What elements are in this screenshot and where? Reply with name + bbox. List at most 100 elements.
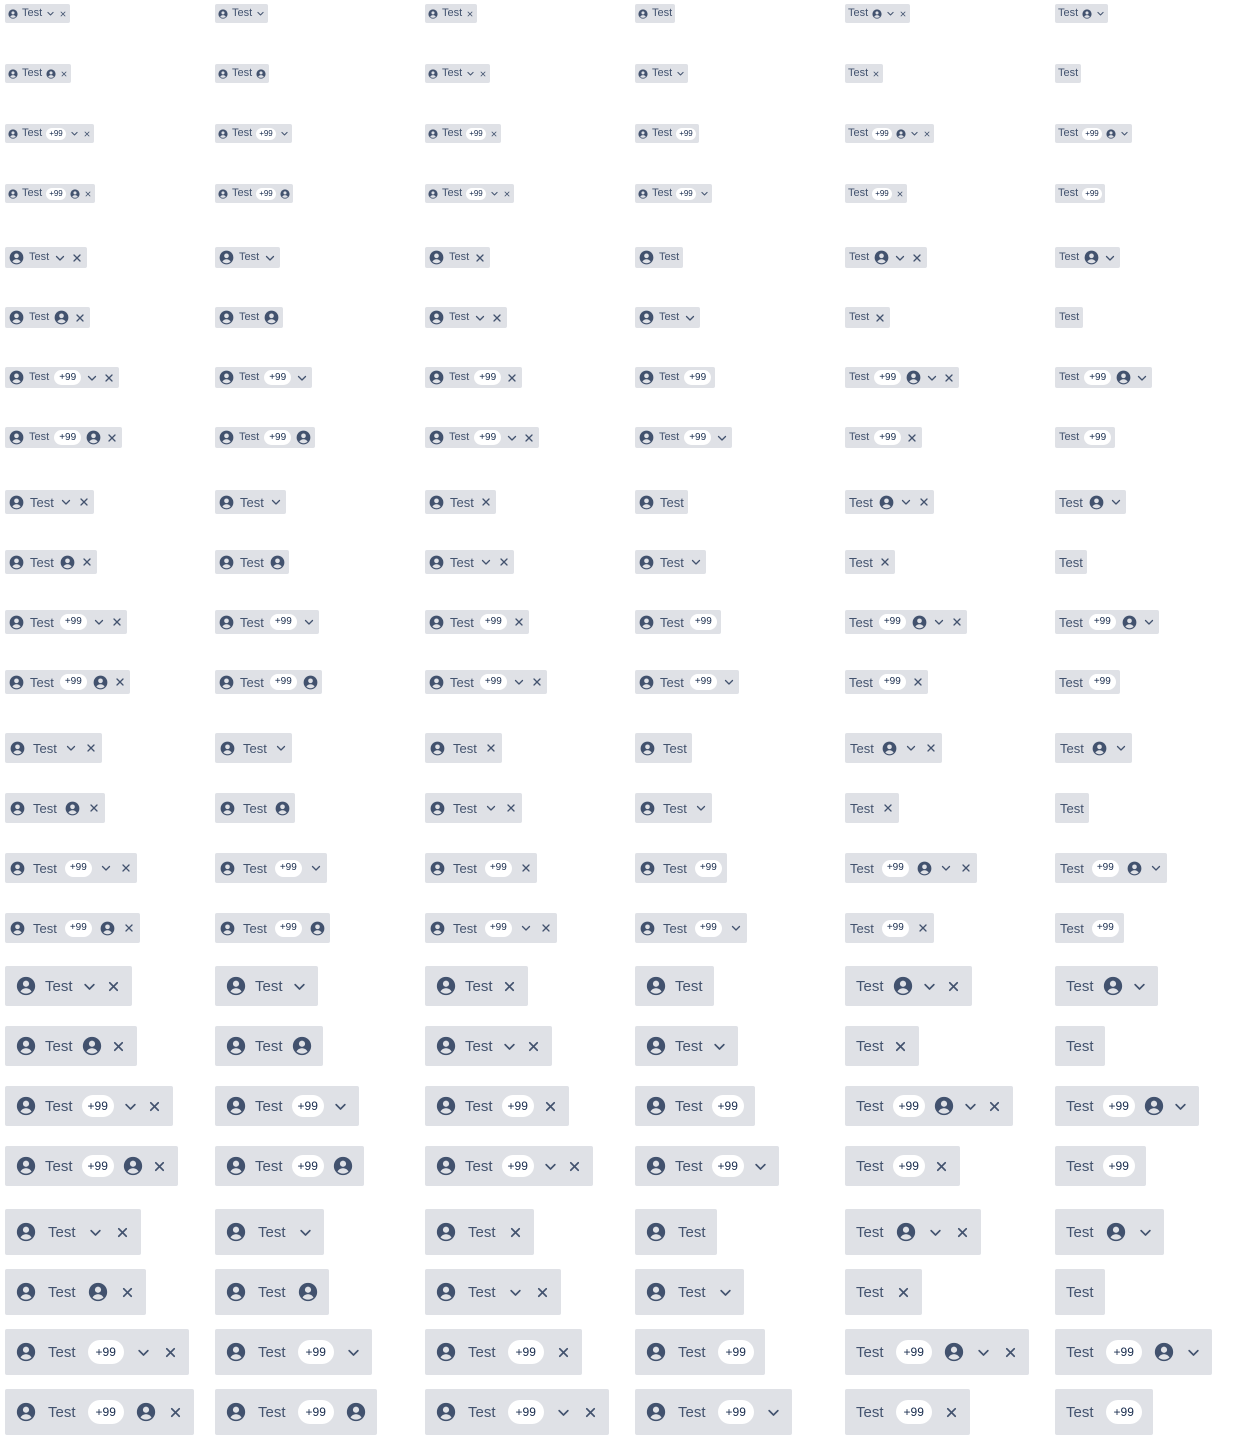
tag-chip[interactable]: Test +99 (635, 1086, 755, 1126)
tag-chip[interactable]: Test +99 (5, 1146, 178, 1186)
tag-chip[interactable]: Test +99 (215, 853, 327, 883)
tag-chip[interactable]: Test +99 (215, 427, 316, 448)
chevron-down-icon[interactable] (753, 1159, 768, 1174)
tag-chip[interactable]: Test (215, 64, 270, 83)
close-icon[interactable] (987, 1099, 1002, 1114)
tag-chip[interactable]: Test +99 (215, 124, 292, 143)
close-icon[interactable] (503, 190, 511, 198)
tag-chip[interactable]: Test +99 (5, 1329, 189, 1375)
tag-chip[interactable]: Test (845, 550, 895, 574)
close-icon[interactable] (120, 1285, 135, 1300)
chevron-down-icon[interactable] (718, 1285, 733, 1300)
tag-chip[interactable]: Test +99 (425, 124, 501, 143)
chevron-down-icon[interactable] (1143, 616, 1155, 628)
tag-chip[interactable]: Test +99 (1055, 427, 1116, 448)
close-icon[interactable] (874, 312, 886, 324)
close-icon[interactable] (84, 190, 92, 198)
close-icon[interactable] (583, 1405, 598, 1420)
tag-chip[interactable]: Test +99 (635, 913, 747, 943)
tag-chip[interactable]: Test (1055, 966, 1158, 1006)
tag-chip[interactable]: Test (5, 64, 72, 83)
chevron-down-icon[interactable] (506, 432, 518, 444)
tag-chip[interactable]: Test (635, 4, 676, 23)
tag-chip[interactable]: Test +99 (5, 670, 130, 694)
chevron-down-icon[interactable] (700, 189, 709, 198)
tag-chip[interactable]: Test (845, 4, 911, 23)
tag-chip[interactable]: Test +99 (425, 427, 540, 448)
close-icon[interactable] (71, 252, 83, 264)
chevron-down-icon[interactable] (730, 922, 742, 934)
tag-chip[interactable]: Test +99 (845, 853, 977, 883)
tag-chip[interactable]: Test +99 (5, 1389, 194, 1435)
chevron-down-icon[interactable] (256, 9, 265, 18)
tag-chip[interactable]: Test +99 (635, 610, 721, 634)
tag-chip[interactable]: Test (215, 1209, 324, 1255)
close-icon[interactable] (567, 1159, 582, 1174)
tag-chip[interactable]: Test (5, 733, 102, 763)
tag-chip[interactable]: Test +99 (425, 1389, 609, 1435)
close-icon[interactable] (111, 1039, 126, 1054)
tag-chip[interactable]: Test (5, 793, 105, 823)
chevron-down-icon[interactable] (46, 9, 55, 18)
tag-chip[interactable]: Test (215, 1269, 329, 1315)
tag-chip[interactable]: Test +99 (1055, 124, 1132, 143)
chevron-down-icon[interactable] (280, 129, 289, 138)
chevron-down-icon[interactable] (310, 862, 322, 874)
tag-chip[interactable]: Test +99 (1055, 184, 1105, 203)
chevron-down-icon[interactable] (676, 69, 685, 78)
close-icon[interactable] (896, 190, 904, 198)
close-icon[interactable] (523, 432, 535, 444)
tag-chip[interactable]: Test (5, 1269, 146, 1315)
chevron-down-icon[interactable] (65, 742, 77, 754)
close-icon[interactable] (508, 1225, 523, 1240)
tag-chip[interactable]: Test (1055, 490, 1126, 514)
tag-chip[interactable]: Test +99 (635, 184, 712, 203)
close-icon[interactable] (911, 252, 923, 264)
chevron-down-icon[interactable] (1173, 1099, 1188, 1114)
tag-chip[interactable]: Test +99 (635, 853, 727, 883)
chevron-down-icon[interactable] (1186, 1345, 1201, 1360)
tag-chip[interactable]: Test (1055, 1209, 1164, 1255)
close-icon[interactable] (556, 1345, 571, 1360)
tag-chip[interactable]: Test (635, 490, 688, 514)
chevron-down-icon[interactable] (723, 676, 735, 688)
chevron-down-icon[interactable] (466, 69, 475, 78)
close-icon[interactable] (951, 616, 963, 628)
tag-chip[interactable]: Test (635, 793, 712, 823)
chevron-down-icon[interactable] (88, 1225, 103, 1240)
close-icon[interactable] (906, 432, 918, 444)
tag-chip[interactable]: Test +99 (845, 670, 928, 694)
tag-chip[interactable]: Test +99 (845, 1329, 1029, 1375)
tag-chip[interactable]: Test (425, 490, 496, 514)
tag-chip[interactable]: Test (845, 1269, 922, 1315)
tag-chip[interactable]: Test (5, 247, 88, 268)
close-icon[interactable] (60, 70, 68, 78)
tag-chip[interactable]: Test +99 (635, 124, 699, 143)
tag-chip[interactable]: Test +99 (5, 853, 137, 883)
chevron-down-icon[interactable] (1104, 252, 1116, 264)
tag-chip[interactable]: Test (635, 966, 714, 1006)
close-icon[interactable] (106, 432, 118, 444)
tag-chip[interactable]: Test (215, 247, 281, 268)
chevron-down-icon[interactable] (93, 616, 105, 628)
tag-chip[interactable]: Test (845, 490, 934, 514)
tag-chip[interactable]: Test +99 (5, 610, 127, 634)
close-icon[interactable] (498, 556, 510, 568)
tag-chip[interactable]: Test (5, 1026, 137, 1066)
tag-chip[interactable]: Test (215, 550, 289, 574)
tag-chip[interactable]: Test +99 (425, 367, 523, 388)
tag-chip[interactable]: Test +99 (635, 367, 716, 388)
tag-chip[interactable]: Test +99 (1055, 610, 1159, 634)
tag-chip[interactable]: Test +99 (1055, 367, 1153, 388)
tag-chip[interactable]: Test (845, 966, 972, 1006)
tag-chip[interactable]: Test (845, 307, 891, 328)
close-icon[interactable] (531, 676, 543, 688)
close-icon[interactable] (152, 1159, 167, 1174)
tag-chip[interactable]: Test (5, 307, 91, 328)
chevron-down-icon[interactable] (303, 616, 315, 628)
chevron-down-icon[interactable] (543, 1159, 558, 1174)
tag-chip[interactable]: Test +99 (215, 1329, 372, 1375)
tag-chip[interactable]: Test (635, 733, 692, 763)
tag-chip[interactable]: Test (215, 1026, 323, 1066)
tag-chip[interactable]: Test +99 (215, 367, 313, 388)
